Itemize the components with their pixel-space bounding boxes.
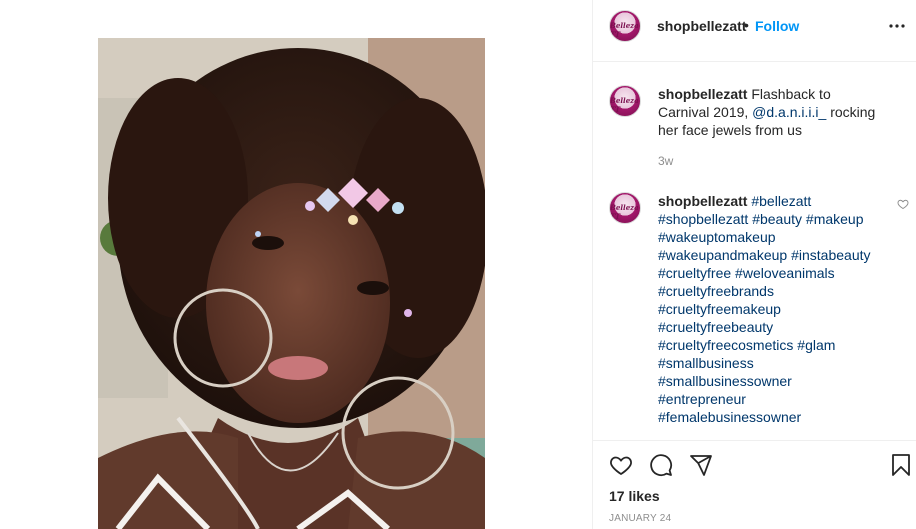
post-details-pane: Belleza TT shopbellezatt • Follow Bellez…	[592, 0, 916, 529]
hashtag-username[interactable]: shopbellezatt	[658, 193, 747, 209]
hashtag-link[interactable]: #crueltyfreebeauty	[658, 319, 773, 335]
post-header: Belleza TT shopbellezatt • Follow	[593, 0, 916, 62]
hashtag-body: shopbellezatt #bellezatt #shopbellezatt …	[658, 192, 878, 426]
hashtag-link[interactable]: #wakeuptomakeup	[658, 229, 776, 245]
avatar[interactable]: Belleza TT	[609, 192, 641, 224]
hashtag-link[interactable]: #beauty	[752, 211, 802, 227]
hashtag-link[interactable]: #wakeupandmakeup	[658, 247, 787, 263]
like-comment-heart-icon[interactable]	[897, 198, 909, 210]
caption-comment: Belleza TT shopbellezatt Flashback to Ca…	[609, 85, 909, 175]
hashtag-link[interactable]: #instabeauty	[791, 247, 870, 263]
more-options-button[interactable]	[885, 14, 909, 38]
bookmark-icon[interactable]	[889, 453, 913, 477]
hashtag-link[interactable]: #shopbellezatt	[658, 211, 748, 227]
avatar-logo-text: Belleza TT	[610, 96, 639, 114]
hashtag-link[interactable]: #crueltyfreecosmetics	[658, 337, 793, 353]
photo-illustration	[98, 38, 485, 529]
heart-icon[interactable]	[609, 453, 633, 477]
comments-list[interactable]: Belleza TT shopbellezatt Flashback to Ca…	[593, 62, 916, 440]
avatar[interactable]: Belleza TT	[609, 85, 641, 117]
share-icon[interactable]	[689, 453, 713, 477]
caption-username[interactable]: shopbellezatt	[658, 86, 747, 102]
hashtag-link[interactable]: #crueltyfreemakeup	[658, 301, 781, 317]
hashtag-link[interactable]: #bellezatt	[751, 193, 811, 209]
hashtag-link[interactable]: #smallbusiness	[658, 355, 754, 371]
post-photo[interactable]	[98, 38, 485, 529]
more-options-icon	[889, 24, 905, 28]
media-pane	[0, 0, 592, 529]
follow-button[interactable]: Follow	[755, 18, 799, 34]
avatar[interactable]: Belleza TT	[609, 10, 641, 42]
hashtag-link[interactable]: #crueltyfreebrands	[658, 283, 774, 299]
caption-time[interactable]: 3w	[658, 154, 673, 168]
hashtag-link[interactable]: #makeup	[806, 211, 864, 227]
hashtag-link[interactable]: #glam	[797, 337, 835, 353]
hashtag-link[interactable]: #crueltyfree	[658, 265, 731, 281]
hashtag-link[interactable]: #femalebusinessowner	[658, 409, 801, 425]
avatar-logo-text: Belleza TT	[610, 203, 639, 221]
post-date[interactable]: JANUARY 24	[609, 513, 671, 524]
caption-mention[interactable]: @d.a.n.i.i.i_	[752, 104, 826, 120]
caption-body: shopbellezatt Flashback to Carnival 2019…	[658, 85, 878, 139]
comment-icon[interactable]	[649, 453, 673, 477]
actions-section: 17 likes JANUARY 24	[593, 440, 916, 529]
hashtag-list: #bellezatt #shopbellezatt #beauty #makeu…	[658, 193, 871, 425]
hashtag-comment: Belleza TT shopbellezatt #bellezatt #sho…	[609, 192, 909, 440]
likes-count[interactable]: 17 likes	[609, 488, 660, 504]
avatar-logo-text: Belleza TT	[610, 21, 639, 39]
header-separator: •	[744, 17, 749, 33]
hashtag-link[interactable]: #weloveanimals	[735, 265, 835, 281]
hashtag-link[interactable]: #entrepreneur	[658, 391, 746, 407]
hashtag-link[interactable]: #smallbusinessowner	[658, 373, 792, 389]
header-username[interactable]: shopbellezatt	[657, 18, 746, 34]
